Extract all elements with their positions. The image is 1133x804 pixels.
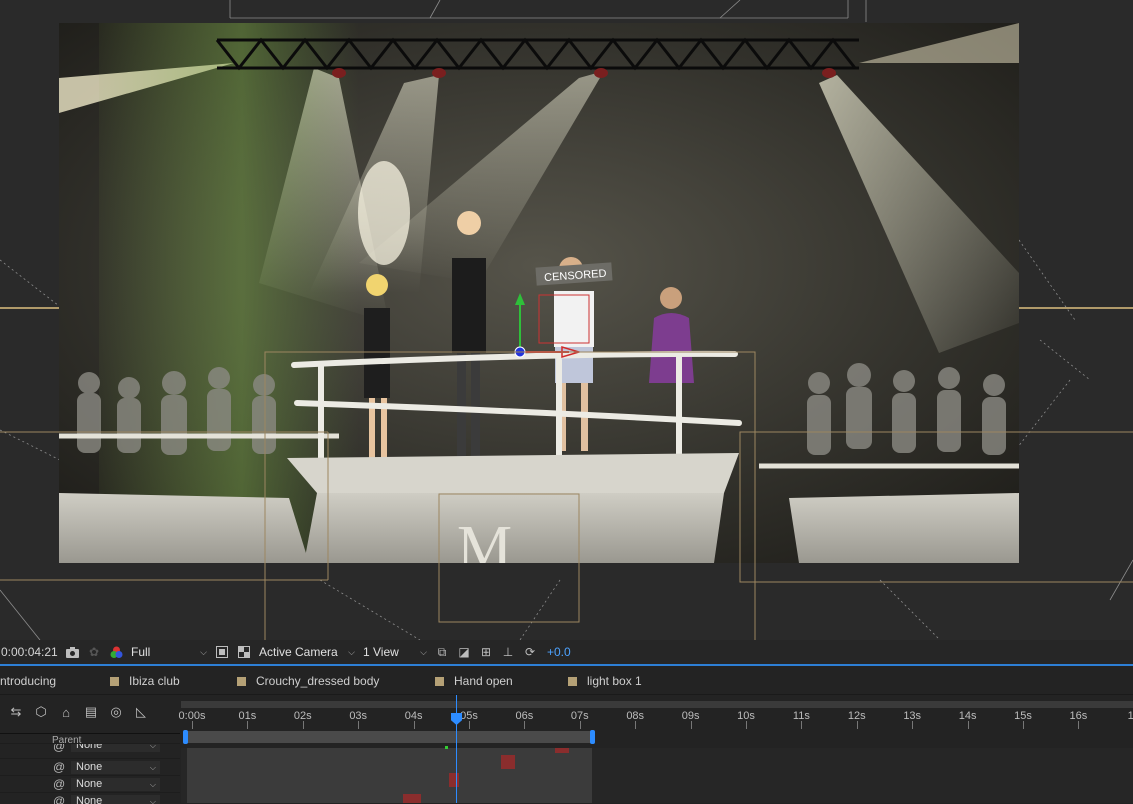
label-color-swatch: [110, 676, 119, 686]
pick-whip-icon[interactable]: @: [53, 744, 65, 752]
pick-whip-icon[interactable]: @: [53, 777, 65, 791]
ruler-tick: [967, 721, 969, 729]
reset-exposure-icon[interactable]: ⟳: [523, 645, 537, 659]
chevron-down-icon: ⌵: [348, 646, 355, 657]
time-navigator-bar[interactable]: [181, 701, 1133, 708]
ruler-tick: [413, 721, 415, 729]
ruler-label: 17: [1127, 710, 1133, 722]
timeline-panel: ⇆ ⬡ ⌂ ▤ ◎ ◺ 0:00s 01s 02s 03s 04s 05s 06s 07s 08…: [0, 695, 1133, 804]
resolution-value: Full: [131, 645, 151, 659]
resolution-select[interactable]: Full ⌵: [127, 643, 211, 661]
ruler-tick: [635, 721, 637, 729]
work-area-bar[interactable]: [183, 730, 595, 744]
tab-ibiza-club[interactable]: Ibiza club: [110, 668, 237, 694]
ruler-tick: [801, 721, 803, 729]
layer-row[interactable]: @ None ⌵: [0, 792, 180, 804]
show-snapshot-icon[interactable]: ✿: [87, 645, 101, 659]
time-ruler[interactable]: 0:00s 01s 02s 03s 04s 05s 06s 07s 08s 09s 10s 11s 12…: [179, 695, 1133, 729]
tab-light-box-1[interactable]: light box 1: [568, 668, 688, 694]
chevron-down-icon: ⌵: [200, 646, 207, 657]
camera-view-value: Active Camera: [259, 645, 338, 659]
shy-layers-icon[interactable]: ⌂: [57, 703, 75, 721]
motion-blur-icon[interactable]: ◎: [107, 703, 125, 721]
camera-snapshot-icon[interactable]: [65, 645, 79, 659]
ruler-tick: [579, 721, 581, 729]
fast-previews-icon[interactable]: ◪: [457, 645, 471, 659]
ruler-tick: [302, 721, 304, 729]
draft-3d-icon[interactable]: ⬡: [32, 703, 50, 721]
tab-label: ntroducing: [0, 674, 57, 688]
ruler-tick: [247, 721, 249, 729]
composition-flowchart-icon[interactable]: ⇆: [7, 703, 25, 721]
tab-hand-open[interactable]: Hand open: [435, 668, 568, 694]
chevron-down-icon: ⌵: [420, 646, 427, 657]
ruler-tick: [1023, 721, 1024, 729]
work-area-end-handle[interactable]: [590, 730, 595, 744]
keyframe-block[interactable]: [403, 794, 421, 803]
pick-whip-icon[interactable]: @: [53, 760, 65, 774]
timeline-icon[interactable]: ⊞: [479, 645, 493, 659]
layer-tracks[interactable]: [181, 746, 1133, 803]
ruler-tick: [912, 721, 914, 729]
tab-label: Hand open: [454, 674, 513, 688]
layer-duration-bar[interactable]: [187, 748, 592, 803]
current-time-indicator[interactable]: [456, 695, 457, 803]
region-of-interest-icon[interactable]: [215, 645, 229, 659]
layer-row[interactable]: @ None ⌵: [0, 758, 180, 776]
timeline-tools: ⇆ ⬡ ⌂ ▤ ◎ ◺: [0, 695, 180, 729]
channel-rgb-icon[interactable]: [109, 645, 123, 659]
tab-label: light box 1: [587, 674, 642, 688]
layer-row[interactable]: @ None ⌵: [0, 743, 180, 752]
current-time-display[interactable]: 0:00:04:21: [0, 645, 61, 659]
flowchart-icon[interactable]: ⊥: [501, 645, 515, 659]
view-layout-value: 1 View: [363, 645, 399, 659]
ruler-tick: [746, 721, 747, 729]
ruler-tick: [358, 721, 360, 729]
ruler-tick: [524, 721, 526, 729]
keyframe-block[interactable]: [501, 755, 515, 769]
composition-tabs: ntroducing Ibiza club Crouchy_dressed bo…: [0, 668, 1133, 695]
view-layout-select[interactable]: 1 View ⌵: [359, 643, 431, 661]
work-area-start-handle[interactable]: [183, 730, 188, 744]
camera-view-select[interactable]: Active Camera ⌵: [255, 643, 359, 661]
ruler-tick: [469, 721, 470, 729]
ruler-tick: [192, 721, 193, 729]
keyframe-marker[interactable]: [445, 746, 448, 749]
frame-blending-icon[interactable]: ▤: [82, 703, 100, 721]
chevron-down-icon: ⌵: [149, 763, 156, 772]
chevron-down-icon: ⌵: [149, 780, 156, 789]
tab-label: Ibiza club: [129, 674, 180, 688]
chevron-down-icon: ⌵: [149, 743, 156, 750]
transparency-grid-icon[interactable]: [237, 645, 251, 659]
scene-canvas[interactable]: CENSORED M: [59, 23, 1019, 563]
tab-introducing[interactable]: ntroducing: [0, 668, 110, 694]
keyframe-block[interactable]: [449, 773, 459, 787]
club-scene-illustration: CENSORED M: [59, 23, 1019, 563]
ruler-tick: [1078, 721, 1080, 729]
parent-select[interactable]: None ⌵: [71, 743, 160, 752]
parent-select[interactable]: None ⌵: [71, 761, 160, 774]
composition-viewer[interactable]: CENSORED M: [0, 0, 1133, 640]
tab-label: Crouchy_dressed body: [256, 674, 380, 688]
label-color-swatch: [435, 676, 444, 686]
viewer-toolbar: 0:00:04:21 ✿ Full ⌵ Active Camera ⌵ 1 Vi…: [0, 640, 1133, 666]
label-color-swatch: [237, 676, 246, 686]
ruler-tick: [856, 721, 858, 729]
graph-editor-icon[interactable]: ◺: [132, 703, 150, 721]
layer-row[interactable]: @ None ⌵: [0, 775, 180, 793]
parent-select[interactable]: None ⌵: [71, 778, 160, 791]
toggle-pixel-aspect-icon[interactable]: ⧉: [435, 645, 449, 659]
keyframe-block[interactable]: [555, 748, 569, 753]
exposure-value[interactable]: +0.0: [547, 645, 571, 659]
logo-letter: M: [457, 514, 512, 563]
label-color-swatch: [568, 676, 577, 686]
tab-crouchy-dressed-body[interactable]: Crouchy_dressed body: [237, 668, 435, 694]
ruler-tick: [690, 721, 692, 729]
